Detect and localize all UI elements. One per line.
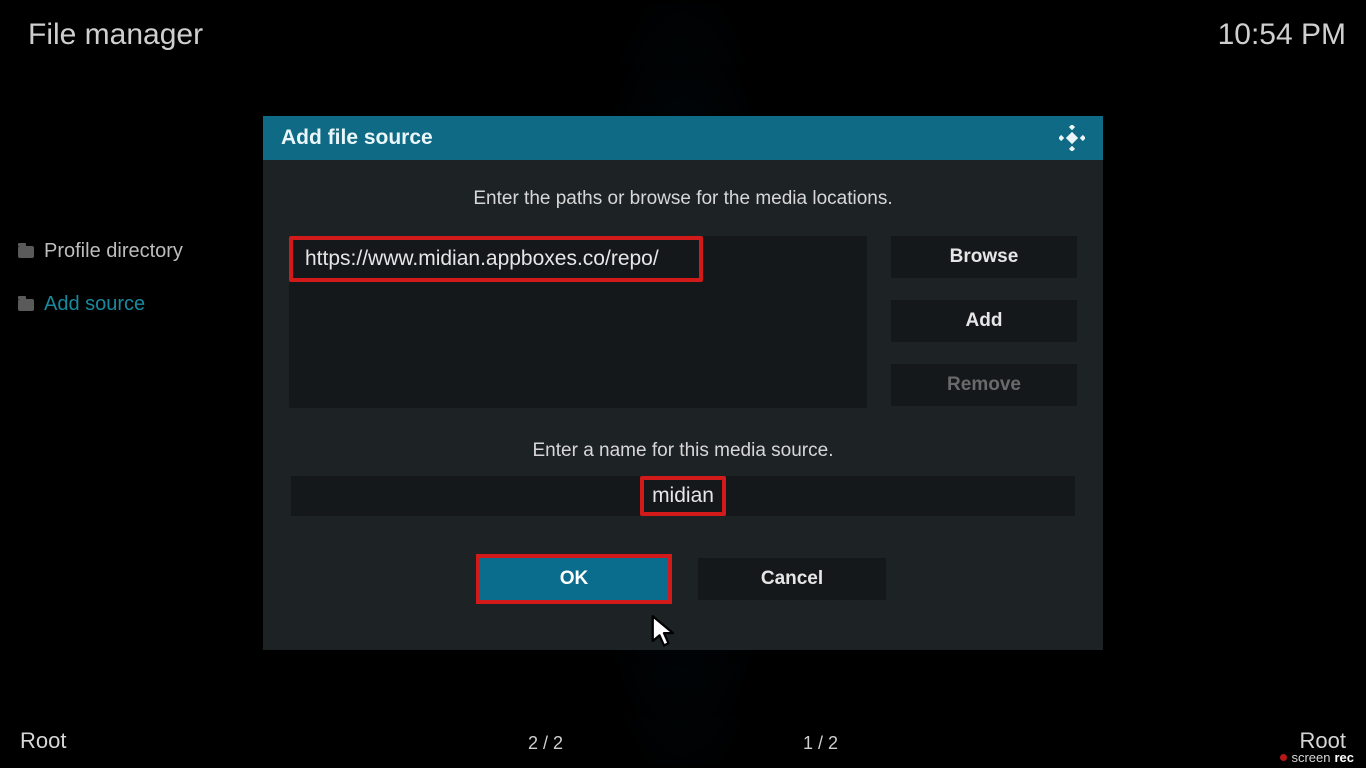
- sidebar-item-add-source[interactable]: Add source: [18, 293, 183, 316]
- footer-left-root: Root: [20, 728, 66, 754]
- recorder-brand-1: screen: [1291, 750, 1330, 765]
- page-title: File manager: [28, 18, 203, 52]
- kodi-logo-icon: [1059, 125, 1085, 151]
- clock: 10:54 PM: [1218, 18, 1346, 52]
- sidebar-item-label: Profile directory: [44, 240, 183, 263]
- screen-recorder-watermark: screen rec: [1276, 749, 1358, 766]
- add-file-source-dialog: Add file source Enter the paths or brows…: [263, 116, 1103, 650]
- footer: Root 2 / 2 1 / 2 Root: [20, 728, 1346, 754]
- sidebar-item-label: Add source: [44, 293, 145, 316]
- path-input[interactable]: https://www.midian.appboxes.co/repo/: [289, 236, 703, 282]
- dialog-header: Add file source: [263, 116, 1103, 160]
- recorder-brand-2: rec: [1334, 750, 1354, 765]
- cancel-button[interactable]: Cancel: [698, 558, 886, 600]
- path-input-value: https://www.midian.appboxes.co/repo/: [305, 247, 659, 271]
- remove-button: Remove: [891, 364, 1077, 406]
- path-list[interactable]: https://www.midian.appboxes.co/repo/: [289, 236, 867, 408]
- source-name-input[interactable]: midian: [291, 476, 1075, 516]
- browse-button[interactable]: Browse: [891, 236, 1077, 278]
- source-name-value: midian: [640, 476, 726, 516]
- footer-left-pager: 2 / 2: [528, 733, 563, 754]
- sidebar-item-profile-directory[interactable]: Profile directory: [18, 240, 183, 263]
- footer-right-pager: 1 / 2: [803, 733, 838, 754]
- ok-button[interactable]: OK: [480, 558, 668, 600]
- path-side-buttons: Browse Add Remove: [891, 236, 1077, 408]
- topbar: File manager 10:54 PM: [28, 18, 1346, 52]
- record-dot-icon: [1280, 754, 1287, 761]
- add-button[interactable]: Add: [891, 300, 1077, 342]
- sidebar: Profile directory Add source: [18, 240, 183, 316]
- dialog-title: Add file source: [281, 126, 433, 150]
- dialog-bottom-buttons: OK Cancel: [289, 558, 1077, 600]
- dialog-body: Enter the paths or browse for the media …: [263, 160, 1103, 600]
- folder-icon: [18, 246, 34, 258]
- paths-instruction: Enter the paths or browse for the media …: [289, 188, 1077, 210]
- name-instruction: Enter a name for this media source.: [289, 440, 1077, 462]
- folder-icon: [18, 299, 34, 311]
- paths-row: https://www.midian.appboxes.co/repo/ Bro…: [289, 236, 1077, 408]
